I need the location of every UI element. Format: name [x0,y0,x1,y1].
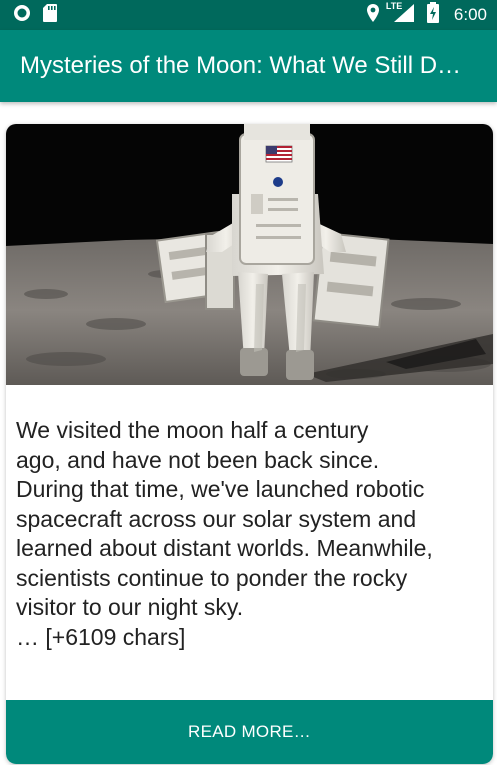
page-title: Mysteries of the Moon: What We Still D… [20,52,462,79]
read-more-button[interactable]: READ MORE… [6,700,493,764]
summary-line: During that time, we've launched robotic [16,476,425,502]
status-bar: LTE 6:00 [0,0,497,30]
article-summary: We visited the moon half a century ago, … [16,416,486,652]
signal-icon: LTE [386,1,416,28]
battery-charging-icon [426,1,440,29]
app-bar: Mysteries of the Moon: What We Still D… [0,30,497,102]
summary-line: We visited the moon half a century [16,417,369,443]
summary-line: visitor to our night sky. [16,594,244,620]
summary-line: learned about distant worlds. Meanwhile, [16,535,433,561]
sd-card-icon [42,3,58,28]
circle-notification-icon [12,3,32,28]
article-card: We visited the moon half a century ago, … [6,124,493,764]
summary-line: spacecraft across our solar system and [16,505,417,532]
truncated-chars-note: … [+6109 chars] [16,623,186,650]
astronaut-on-moon-image [6,124,493,385]
summary-line: scientists continue to ponder the rocky [16,564,408,591]
location-icon [366,3,380,28]
network-type-label: LTE [385,0,403,11]
summary-line: ago, and have not been back since. [16,446,380,473]
status-time: 6:00 [453,5,487,24]
